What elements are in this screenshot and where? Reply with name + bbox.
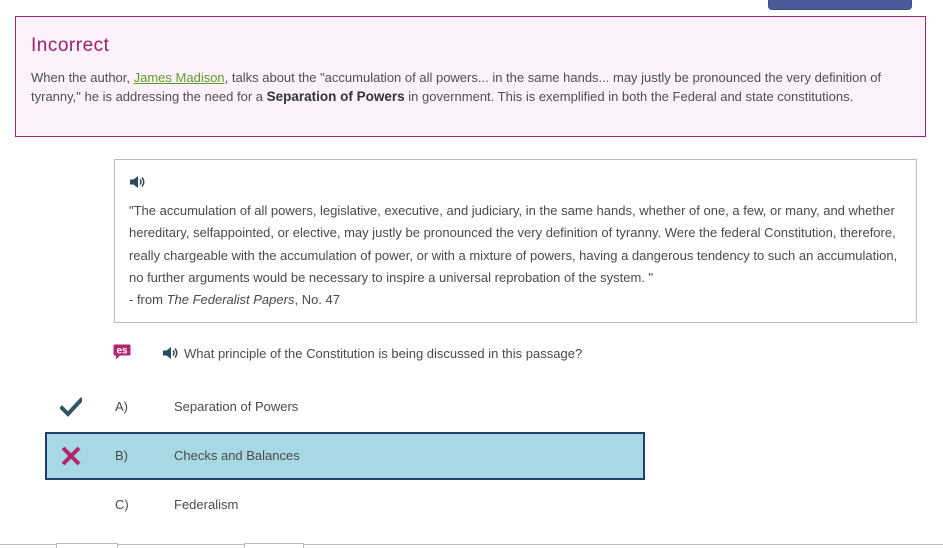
answer-text: Checks and Balances [174,448,300,463]
answer-letter: C) [115,497,129,512]
feedback-panel: Incorrect When the author, James Madison… [15,16,926,137]
bottom-tab[interactable] [244,543,304,548]
bottom-divider [0,544,943,545]
author-link[interactable]: James Madison [134,70,225,85]
answer-option-a[interactable]: A) Separation of Powers [45,383,645,431]
bottom-tab[interactable] [56,543,118,548]
answer-option-c[interactable]: C) Federalism [45,481,645,529]
passage-quote-block: "The accumulation of all powers, legisla… [129,200,899,311]
question-line: What principle of the Constitution is be… [162,344,582,362]
speaker-icon[interactable] [129,175,147,189]
answer-text: Separation of Powers [174,399,299,414]
answer-text: Federalism [174,497,239,512]
feedback-explanation: When the author, James Madison, talks ab… [31,68,911,106]
x-icon [60,445,82,467]
es-translation-icon[interactable]: es [113,344,131,360]
feedback-text-end: in government. This is exemplified in bo… [404,89,854,104]
top-action-button[interactable] [768,0,912,10]
source-suffix: , No. 47 [294,292,340,308]
svg-text:es: es [116,346,128,357]
speaker-icon[interactable] [162,346,180,360]
answer-letter: B) [115,448,128,463]
passage-source: - from The Federalist Papers, No. 47 [129,289,899,311]
passage-box: "The accumulation of all powers, legisla… [114,159,917,323]
answer-letter: A) [115,399,128,414]
source-title: The Federalist Papers [166,292,295,308]
passage-quote: "The accumulation of all powers, legisla… [129,203,898,285]
checkmark-icon [59,396,84,418]
feedback-title: Incorrect [31,35,110,56]
question-text: What principle of the Constitution is be… [184,345,583,361]
source-prefix: - from [129,292,167,308]
feedback-text-start: When the author, [31,70,134,85]
answer-option-b[interactable]: B) Checks and Balances [45,432,645,480]
key-term: Separation of Powers [266,89,405,104]
